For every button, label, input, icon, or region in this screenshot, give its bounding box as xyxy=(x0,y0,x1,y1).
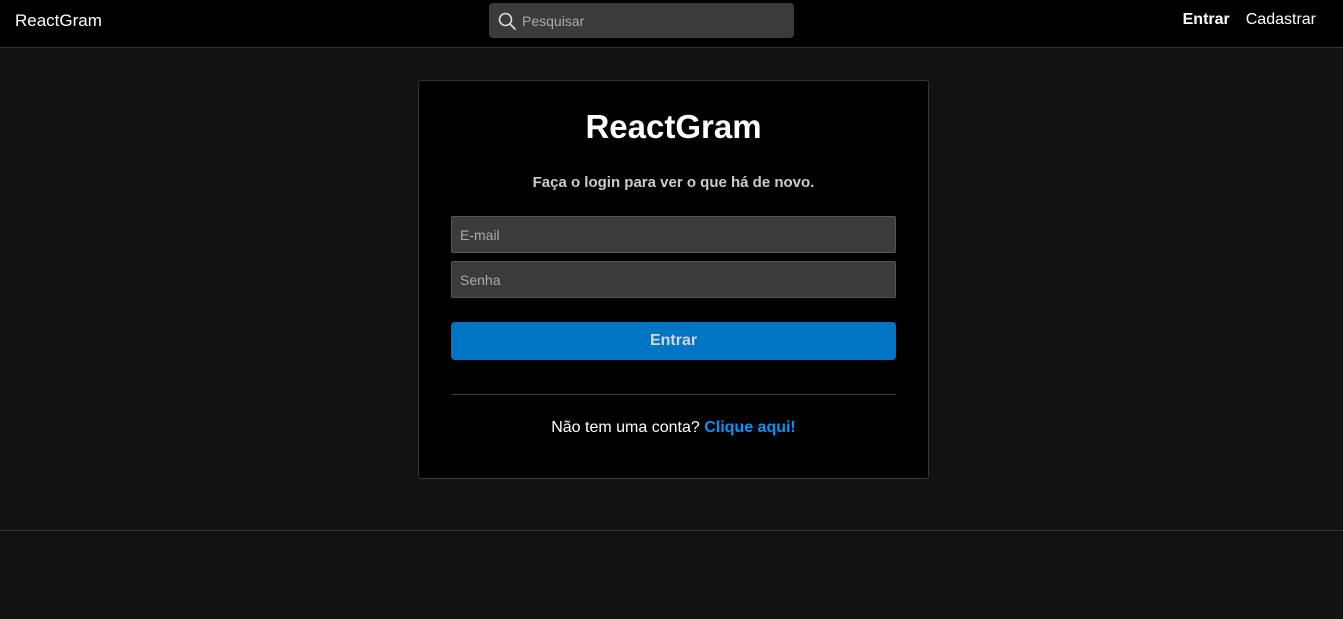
nav-links: Entrar Cadastrar xyxy=(1183,11,1316,29)
search-bar[interactable] xyxy=(489,3,794,38)
search-input[interactable] xyxy=(522,3,787,38)
login-card: ReactGram Faça o login para ver o que há… xyxy=(418,80,929,479)
nav-register-link[interactable]: Cadastrar xyxy=(1246,11,1316,29)
signup-prompt: Não tem uma conta? Clique aqui! xyxy=(419,419,928,437)
divider xyxy=(451,394,896,395)
no-account-text: Não tem uma conta? xyxy=(551,419,700,436)
footer xyxy=(0,530,1343,619)
login-title: ReactGram xyxy=(585,108,762,145)
brand-logo-link[interactable]: ReactGram xyxy=(15,11,102,31)
email-field[interactable] xyxy=(451,216,896,253)
login-subtitle: Faça o login para ver o que há de novo. xyxy=(532,174,815,191)
password-field[interactable] xyxy=(451,261,896,298)
nav-login-link[interactable]: Entrar xyxy=(1183,11,1230,29)
search-icon xyxy=(498,12,516,30)
login-submit-button[interactable]: Entrar xyxy=(451,322,896,360)
navbar: ReactGram Entrar Cadastrar xyxy=(0,0,1343,48)
signup-link[interactable]: Clique aqui! xyxy=(704,419,796,436)
